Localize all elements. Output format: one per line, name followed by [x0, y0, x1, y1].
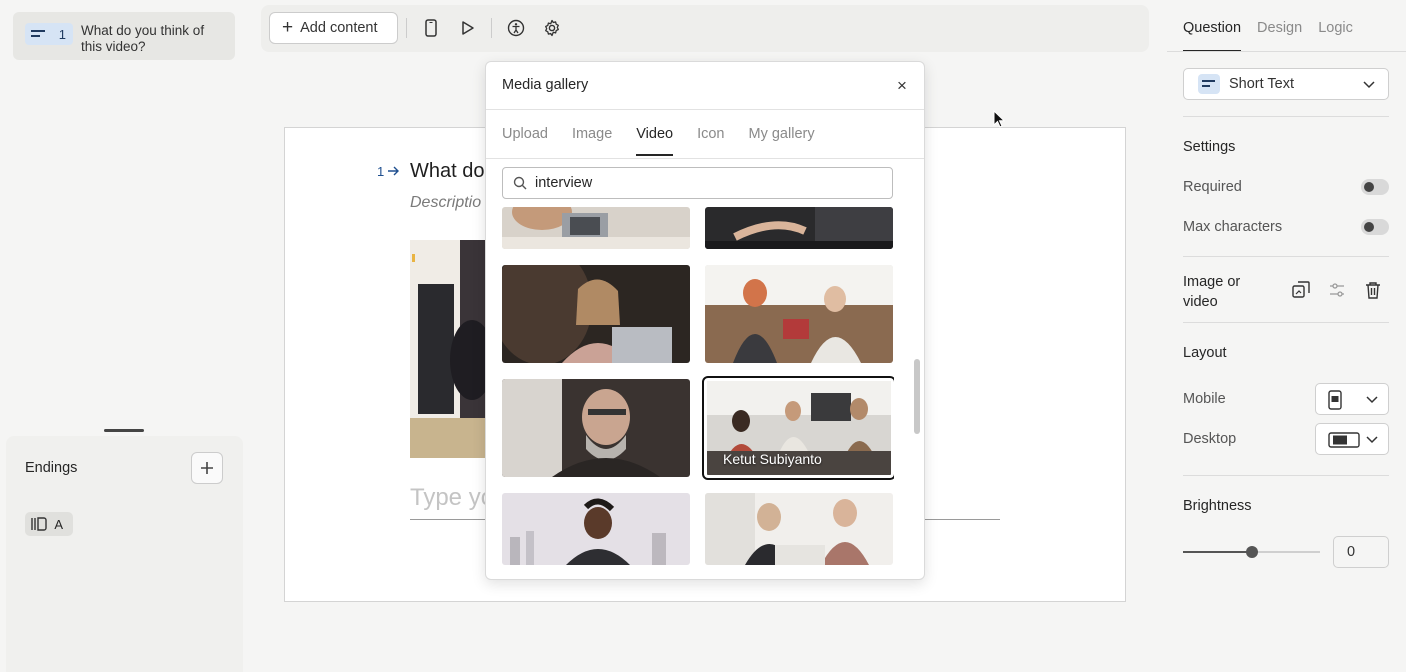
- video-thumbnail[interactable]: [502, 207, 690, 249]
- properties-tabs: Question Design Logic: [1183, 20, 1353, 52]
- short-text-icon: [1198, 74, 1220, 94]
- media-gallery-title: Media gallery: [502, 77, 589, 93]
- layout-heading: Layout: [1183, 345, 1227, 361]
- divider: [1167, 51, 1406, 52]
- brightness-heading: Brightness: [1183, 498, 1252, 514]
- brightness-slider-thumb[interactable]: [1245, 546, 1258, 558]
- image-or-video-label: Image or video: [1183, 274, 1241, 310]
- search-input[interactable]: [535, 175, 875, 191]
- accessibility-icon[interactable]: [504, 16, 528, 40]
- search-box: [502, 167, 893, 199]
- endings-label: Endings: [25, 460, 78, 476]
- arrow-right-icon: [387, 166, 399, 176]
- tab-design[interactable]: Design: [1257, 20, 1302, 52]
- divider: [1183, 475, 1389, 476]
- gallery-scrollbar[interactable]: [914, 359, 920, 434]
- short-text-icon: [31, 30, 45, 37]
- question-type-badge: 1: [25, 23, 73, 45]
- video-thumbnail-grid: Ketut Subiyanto: [502, 207, 894, 565]
- gear-icon[interactable]: [540, 16, 564, 40]
- divider: [1183, 256, 1389, 257]
- ending-item[interactable]: A: [25, 512, 73, 536]
- thumbnail-author-label: Ketut Subiyanto: [723, 451, 822, 467]
- divider: [1183, 322, 1389, 323]
- brightness-slider-fill: [1183, 551, 1252, 553]
- question-number: 1: [58, 26, 66, 42]
- tab-upload[interactable]: Upload: [502, 126, 548, 156]
- max-characters-toggle[interactable]: [1361, 219, 1389, 235]
- tab-image[interactable]: Image: [572, 126, 612, 156]
- video-thumbnail[interactable]: [502, 265, 690, 363]
- question-title[interactable]: What do: [410, 160, 484, 183]
- endings-panel: Endings A: [6, 436, 243, 672]
- chevron-down-icon: [1366, 396, 1378, 404]
- question-list-title: What do you think of this video?: [81, 23, 205, 54]
- toolbar-divider: [406, 18, 407, 38]
- add-content-button[interactable]: + Add content: [269, 12, 398, 44]
- required-toggle[interactable]: [1361, 179, 1389, 195]
- required-label: Required: [1183, 179, 1242, 195]
- tab-my-gallery[interactable]: My gallery: [749, 126, 815, 156]
- description-field[interactable]: Descriptio: [410, 194, 481, 212]
- ending-icon: [31, 517, 47, 531]
- mobile-layout-icon: [1328, 390, 1342, 410]
- play-icon[interactable]: [455, 16, 479, 40]
- toolbar-divider: [491, 18, 492, 38]
- tab-icon[interactable]: Icon: [697, 126, 724, 156]
- mobile-layout-dropdown[interactable]: [1315, 383, 1389, 415]
- mobile-label: Mobile: [1183, 391, 1226, 407]
- media-gallery-dialog: Media gallery × Upload Image Video Icon …: [485, 61, 925, 580]
- add-ending-button[interactable]: [191, 452, 223, 484]
- mouse-cursor-icon: [993, 110, 1005, 128]
- tab-video[interactable]: Video: [636, 126, 673, 156]
- editor-toolbar: + Add content: [261, 5, 1149, 52]
- max-characters-label: Max characters: [1183, 219, 1283, 235]
- plus-icon: +: [282, 17, 294, 38]
- desktop-layout-dropdown[interactable]: [1315, 423, 1389, 455]
- replace-media-icon[interactable]: [1291, 280, 1311, 300]
- trash-icon[interactable]: [1363, 280, 1383, 300]
- question-number-arrow: 1: [377, 164, 400, 179]
- video-thumbnail[interactable]: [705, 265, 893, 363]
- tab-logic[interactable]: Logic: [1318, 20, 1353, 52]
- tab-question[interactable]: Question: [1183, 20, 1242, 52]
- chevron-down-icon: [1366, 436, 1378, 444]
- question-type-dropdown[interactable]: Short Text: [1183, 68, 1389, 100]
- video-thumbnail[interactable]: [705, 493, 893, 565]
- media-tabs: Upload Image Video Icon My gallery: [502, 126, 815, 156]
- video-thumbnail[interactable]: [705, 207, 893, 249]
- question-video-preview[interactable]: [410, 240, 490, 458]
- plus-icon: [201, 462, 213, 474]
- video-thumbnail[interactable]: [502, 493, 690, 565]
- divider: [486, 158, 924, 159]
- question-type-label: Short Text: [1229, 76, 1295, 92]
- ending-letter: A: [54, 516, 63, 532]
- brightness-value-input[interactable]: 0: [1333, 536, 1389, 568]
- properties-panel: Question Design Logic Short Text Setting…: [1167, 5, 1406, 672]
- mobile-preview-icon[interactable]: [419, 16, 443, 40]
- video-thumbnail-selected[interactable]: Ketut Subiyanto: [702, 376, 894, 480]
- panel-resize-handle[interactable]: [104, 429, 144, 432]
- question-list-item[interactable]: 1 What do you think of this video?: [13, 12, 235, 60]
- chevron-down-icon: [1363, 81, 1375, 89]
- video-thumbnail[interactable]: [502, 379, 690, 477]
- close-icon[interactable]: ×: [892, 76, 912, 96]
- question-list-panel: [6, 5, 243, 425]
- search-icon: [513, 176, 527, 190]
- divider: [486, 109, 924, 110]
- add-content-label: Add content: [300, 20, 378, 36]
- answer-placeholder[interactable]: Type yo: [410, 484, 494, 512]
- divider: [1183, 116, 1389, 117]
- desktop-layout-icon: [1328, 432, 1360, 448]
- desktop-label: Desktop: [1183, 431, 1237, 447]
- settings-heading: Settings: [1183, 139, 1236, 155]
- adjust-settings-icon[interactable]: [1327, 280, 1347, 300]
